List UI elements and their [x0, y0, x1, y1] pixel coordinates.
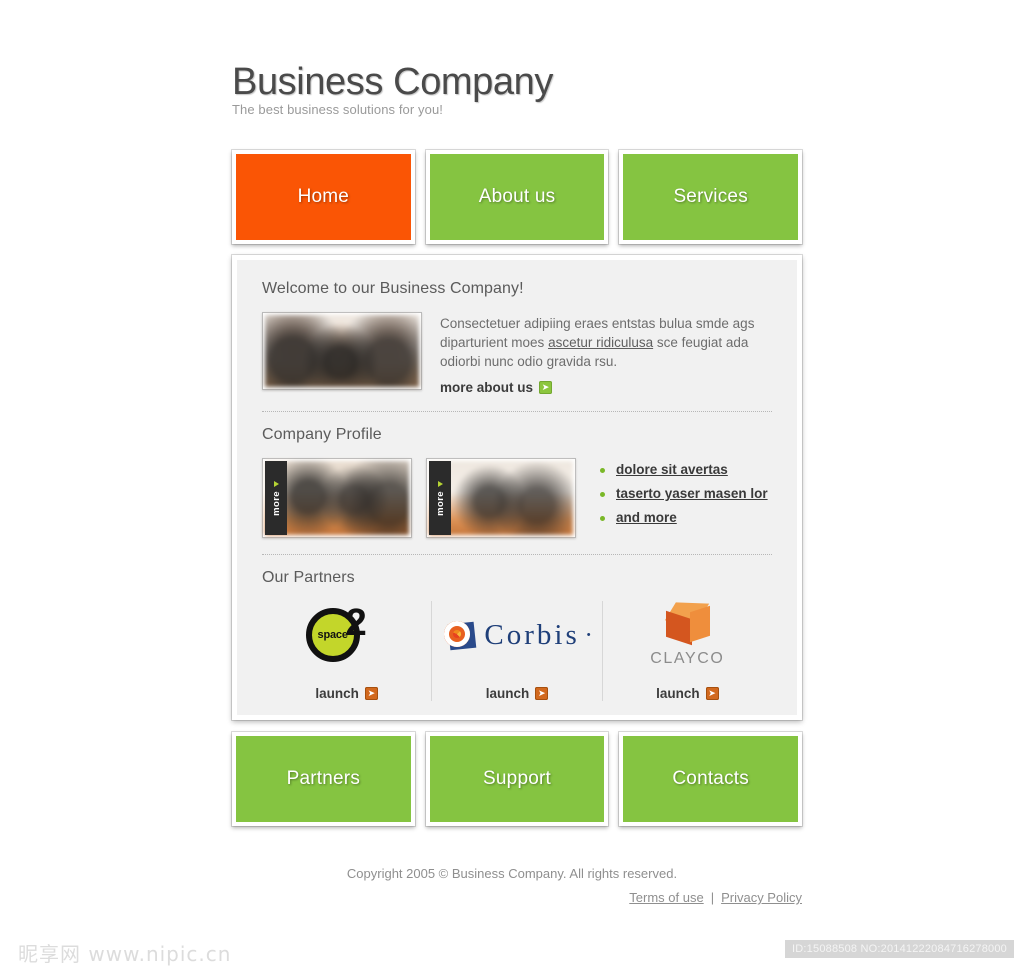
welcome-inline-link[interactable]: ascetur ridiculusa	[548, 335, 653, 350]
welcome-text-block: Consectetuer adipiing eraes entstas bulu…	[440, 312, 772, 395]
welcome-photo-image	[265, 315, 419, 387]
partner-space2: space 2 launch ➤	[262, 601, 431, 701]
section-divider	[262, 554, 772, 555]
welcome-section: Consectetuer adipiing eraes entstas bulu…	[262, 312, 772, 395]
corbis-swirl-icon	[443, 618, 477, 652]
arrow-right-icon: ➤	[535, 687, 549, 700]
corbis-logo-text: Corbis	[484, 618, 580, 651]
nav-label: Contacts	[672, 768, 749, 789]
launch-label: launch	[656, 686, 700, 701]
footer-separator: |	[710, 890, 715, 905]
launch-label: launch	[485, 686, 530, 701]
arrow-right-icon: ➤	[705, 687, 719, 700]
profile-link[interactable]: dolore sit avertas	[616, 462, 728, 477]
clayco-logo-mark: CLAYCO	[650, 601, 725, 668]
space2-logo-text: space	[317, 629, 348, 641]
clayco-cube-icon	[660, 601, 714, 647]
nav-button-services[interactable]: Services	[619, 150, 803, 244]
nav-label: About us	[478, 186, 556, 207]
privacy-policy-link[interactable]: Privacy Policy	[721, 890, 802, 905]
nav-label: Support	[483, 768, 551, 789]
company-profile-section: more more dolore sit avertas taserto yas…	[262, 458, 772, 538]
welcome-paragraph: Consectetuer adipiing eraes entstas bulu…	[440, 314, 772, 371]
launch-label: launch	[315, 686, 359, 701]
more-about-us-label: more about us	[440, 380, 534, 395]
profile-thumbnail-1[interactable]: more	[262, 458, 412, 538]
partners-section: space 2 launch ➤ Corbis • launch ➤ CLAYC…	[262, 601, 772, 701]
triangle-right-icon	[273, 480, 279, 487]
nav-button-home[interactable]: Home	[232, 150, 415, 244]
site-header: Business Company The best business solut…	[232, 58, 832, 117]
arrow-right-icon: ➤	[364, 687, 378, 700]
profile-link[interactable]: taserto yaser masen lor	[616, 486, 768, 501]
partner-corbis: Corbis • launch ➤	[431, 601, 601, 701]
corbis-logo-suffix: •	[586, 629, 591, 641]
clayco-logo-text: CLAYCO	[650, 649, 725, 667]
launch-link-corbis[interactable]: launch ➤	[486, 686, 549, 701]
arrow-right-icon: ➤	[539, 381, 553, 394]
profile-link[interactable]: and more	[616, 510, 677, 525]
footer-links: Terms of use | Privacy Policy	[0, 890, 802, 905]
list-item: taserto yaser masen lor	[600, 486, 768, 501]
partners-heading: Our Partners	[262, 569, 355, 586]
terms-of-use-link[interactable]: Terms of use	[629, 890, 703, 905]
launch-link-clayco[interactable]: launch ➤	[656, 686, 719, 701]
page-footer: Copyright 2005 © Business Company. All r…	[0, 866, 1024, 905]
corbis-logo: Corbis •	[443, 601, 591, 669]
space2-logo: space 2	[305, 601, 388, 669]
nav-button-about-us[interactable]: About us	[425, 150, 609, 244]
list-item: dolore sit avertas	[600, 462, 768, 477]
welcome-heading: Welcome to our Business Company!	[262, 280, 524, 297]
thumbnail-more-label: more	[270, 490, 282, 516]
profile-link-list: dolore sit avertas taserto yaser masen l…	[600, 458, 768, 534]
nav-button-partners[interactable]: Partners	[232, 732, 415, 826]
clayco-logo: CLAYCO	[650, 601, 724, 669]
cube-face-right	[690, 605, 711, 642]
content-panel: Welcome to our Business Company! Consect…	[232, 255, 802, 720]
thumbnail-more-label: more	[434, 490, 446, 516]
nav-button-support[interactable]: Support	[425, 732, 609, 826]
space2-logo-mark: space 2	[305, 602, 388, 664]
welcome-photo	[262, 312, 422, 390]
watermark-right: ID:15088508 NO:20141222084716278000	[785, 940, 1014, 958]
primary-navigation: Home About us Services	[232, 150, 803, 244]
nav-label: Services	[673, 186, 748, 207]
corbis-logo-mark: Corbis •	[443, 618, 591, 652]
secondary-navigation: Partners Support Contacts	[232, 732, 803, 826]
launch-link-space2[interactable]: launch ➤	[315, 686, 378, 701]
watermark-left: 昵享网 www.nipic.cn	[18, 942, 232, 966]
nav-label: Partners	[286, 768, 361, 789]
triangle-right-icon	[437, 480, 443, 487]
copyright-text: Copyright 2005 © Business Company. All r…	[346, 866, 678, 881]
partner-clayco: CLAYCO launch ➤	[601, 601, 772, 701]
thumbnail-more-tab[interactable]: more	[265, 461, 287, 535]
section-divider	[262, 411, 772, 412]
nav-label: Home	[297, 186, 350, 207]
space2-logo-suffix: 2	[345, 602, 367, 644]
nav-button-contacts[interactable]: Contacts	[619, 732, 803, 826]
profile-thumbnail-2[interactable]: more	[426, 458, 576, 538]
thumbnail-more-tab[interactable]: more	[429, 461, 451, 535]
page-root: Business Company The best business solut…	[0, 0, 1024, 972]
more-about-us-link[interactable]: more about us ➤	[440, 380, 772, 395]
list-item: and more	[600, 510, 768, 525]
company-profile-heading: Company Profile	[262, 426, 382, 443]
page-title: Business Company	[232, 61, 553, 103]
